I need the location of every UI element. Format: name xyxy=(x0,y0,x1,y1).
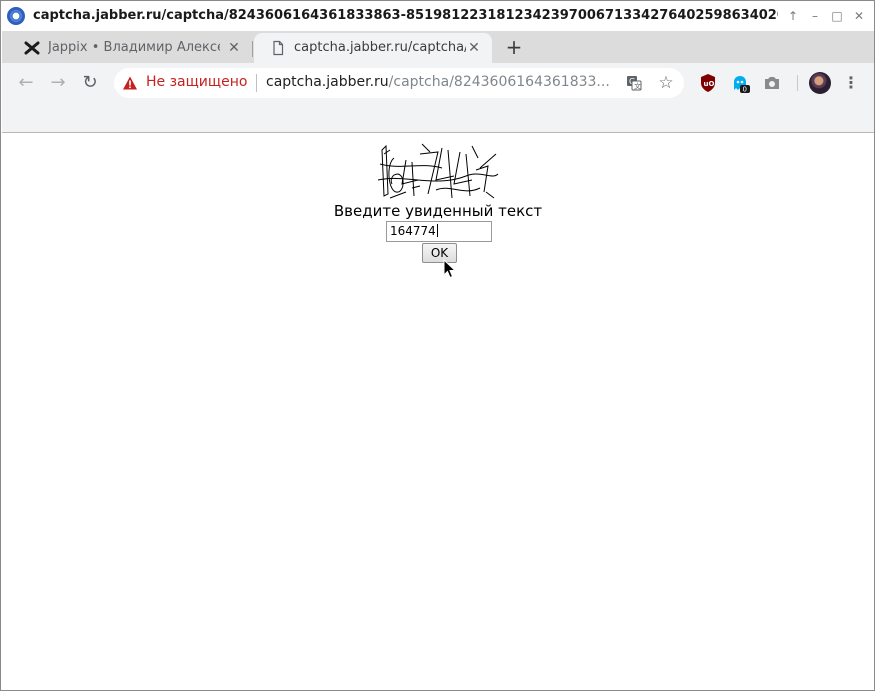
warning-icon xyxy=(123,76,137,90)
tab-separator xyxy=(252,41,253,57)
title-bar: captcha.jabber.ru/captcha/82436061643618… xyxy=(1,1,874,31)
ublock-icon[interactable]: uO xyxy=(698,73,718,93)
minimize-icon[interactable]: – xyxy=(807,8,823,24)
svg-text:uO: uO xyxy=(704,80,715,88)
toolbar-separator xyxy=(797,75,798,91)
ghostery-icon[interactable]: 0 xyxy=(730,73,750,93)
tab-captcha[interactable]: captcha.jabber.ru/captcha/8243 ✕ xyxy=(254,33,492,63)
address-bar[interactable]: Не защищено captcha.jabber.ru/captcha/82… xyxy=(114,68,684,98)
reload-icon[interactable]: ↻ xyxy=(78,71,102,95)
jappix-icon xyxy=(24,41,40,55)
bookmarks-bar xyxy=(2,103,874,133)
svg-text:文: 文 xyxy=(634,82,641,91)
forward-icon[interactable]: → xyxy=(46,71,70,95)
url-path: /captcha/8243606164361833... xyxy=(388,74,610,90)
text-caret xyxy=(436,224,438,237)
captcha-prompt: Введите увиденный текст xyxy=(333,202,543,220)
window-controls: ↑ – □ ✕ xyxy=(778,1,874,31)
window-title: captcha.jabber.ru/captcha/82436061643618… xyxy=(33,8,783,23)
profile-avatar[interactable] xyxy=(809,72,831,94)
toolbar: ← → ↻ Не защищено captcha.jabber.ru/capt… xyxy=(2,63,874,103)
mouse-pointer-icon xyxy=(443,259,457,279)
tab-label: captcha.jabber.ru/captcha/8243 xyxy=(294,40,466,55)
new-tab-button[interactable]: + xyxy=(503,37,525,59)
tab-label: Jappix • Владимир Алексеевич xyxy=(48,40,220,55)
bookmark-star-icon[interactable]: ☆ xyxy=(656,73,676,93)
chromium-icon xyxy=(7,7,25,25)
camera-icon[interactable] xyxy=(762,73,782,93)
browser-window: captcha.jabber.ru/captcha/82436061643618… xyxy=(0,0,875,691)
close-window-icon[interactable]: ✕ xyxy=(851,8,867,24)
extension-badge: 0 xyxy=(743,86,747,94)
document-icon xyxy=(273,40,284,56)
omnibox-divider xyxy=(256,74,257,92)
captcha-input-value: 164774 xyxy=(390,224,436,238)
tab-strip: Jappix • Владимир Алексеевич ✕ captcha.j… xyxy=(2,31,874,63)
close-tab-icon[interactable]: ✕ xyxy=(466,40,482,56)
captcha-image xyxy=(377,143,499,199)
keep-above-icon[interactable]: ↑ xyxy=(785,8,801,24)
maximize-icon[interactable]: □ xyxy=(829,8,845,24)
back-icon[interactable]: ← xyxy=(14,71,38,95)
translate-icon[interactable]: G 文 xyxy=(626,75,642,91)
url-host: captcha.jabber.ru xyxy=(266,74,389,90)
tab-jappix[interactable]: Jappix • Владимир Алексеевич ✕ xyxy=(8,33,252,63)
page-content: Введите увиденный текст 164774 OK xyxy=(2,134,874,690)
close-tab-icon[interactable]: ✕ xyxy=(226,40,242,56)
url-text[interactable]: captcha.jabber.ru/captcha/82436061643618… xyxy=(266,74,622,92)
captcha-input[interactable]: 164774 xyxy=(386,221,492,242)
menu-icon[interactable]: ⋮ xyxy=(843,71,859,95)
security-status[interactable]: Не защищено xyxy=(146,74,247,90)
